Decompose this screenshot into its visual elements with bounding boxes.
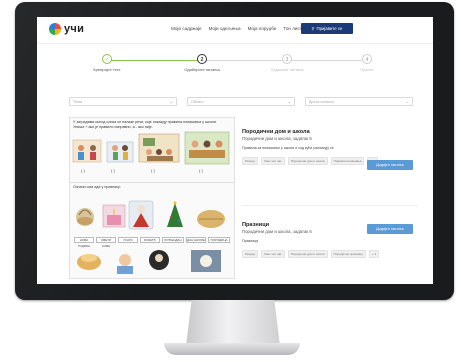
- question-preview-school-rules[interactable]: У заградама испод слика се налазе речи, …: [69, 117, 235, 189]
- tag: Породични дом и школа: [287, 249, 328, 258]
- tag: Свет око нас: [260, 156, 285, 165]
- chevron-down-icon: ⌄: [287, 99, 291, 104]
- area-select-placeholder: Област: [191, 100, 204, 104]
- logo-text: учи: [64, 23, 85, 35]
- signin-label: Пријавите се: [316, 26, 343, 31]
- add-question-button[interactable]: Додајте питање: [367, 160, 413, 170]
- main-nav: Моје садржаје Моји одељења Моја поруџбе …: [171, 26, 304, 31]
- divider: [242, 205, 418, 206]
- top-navigation-bar: учи Моје садржаје Моји одељења Моја пору…: [37, 17, 433, 44]
- question-text: Означи шта иде у празнику:: [73, 185, 121, 189]
- step-label: Прегле: [360, 67, 374, 72]
- step-check-icon: ✓: [102, 54, 112, 64]
- answer-chip[interactable]: СВЕТИ САВА: [96, 237, 116, 248]
- tag: Правила понашања: [330, 156, 365, 165]
- classroom-illustrations: ( ) ( ) ( ) ( ): [72, 131, 230, 173]
- question-type-select-placeholder: Врста питања: [309, 100, 334, 104]
- user-icon: ⚲: [311, 26, 315, 31]
- add-question-button[interactable]: Додајте питање: [367, 224, 413, 234]
- step-label: Одаберите питања: [184, 67, 220, 72]
- tag: Породични празници: [330, 249, 366, 258]
- tag: Свет око нас: [260, 249, 285, 258]
- signin-button[interactable]: ⚲ Пријавите се: [301, 23, 353, 34]
- answer-chip[interactable]: УСКРС: [118, 237, 138, 243]
- topic-select[interactable]: Тема ⌄: [69, 97, 177, 106]
- area-select[interactable]: Област ⌄: [187, 97, 295, 106]
- holiday-illustrations: [76, 200, 225, 230]
- question-preview-holidays[interactable]: Означи шта иде у празнику: НОВА ГОДИНА С…: [69, 182, 235, 279]
- svg-text:( ): ( ): [199, 168, 203, 173]
- tag-more[interactable]: + 4: [368, 249, 380, 258]
- holiday-illustrations-row2: [77, 250, 221, 274]
- monitor-stand-neck: [186, 300, 280, 346]
- chevron-down-icon: ⌄: [169, 99, 173, 104]
- filter-bar: Тема ⌄ Област ⌄ Врста питања ⌄: [69, 97, 413, 106]
- tag: Разред: [242, 249, 258, 258]
- logo-icon: [49, 23, 61, 35]
- answer-chip[interactable]: ПОРОДИЦА: [208, 237, 230, 243]
- topic-select-placeholder: Тема: [73, 100, 82, 104]
- nav-item-my-orders[interactable]: Моја поруџбе: [248, 26, 277, 31]
- step-number: 4: [362, 54, 372, 64]
- screen: учи Моје садржаје Моји одељења Моја пору…: [37, 17, 433, 284]
- svg-text:( ): ( ): [151, 168, 155, 173]
- step-label: Креирајте тест: [93, 67, 121, 72]
- step-label: Подесите питања: [270, 67, 304, 72]
- svg-text:( ): ( ): [111, 168, 115, 173]
- tag: Разред: [242, 156, 258, 165]
- step-number: 2: [197, 54, 207, 64]
- chevron-down-icon: ⌄: [405, 99, 409, 104]
- step-configure-questions[interactable]: 3 Подесите питања: [257, 54, 317, 72]
- tag: Породични дом и школа: [287, 156, 328, 165]
- logo[interactable]: учи: [49, 23, 84, 35]
- question-text: У заградама испод слика се налазе речи, …: [73, 120, 217, 129]
- svg-text:( ): ( ): [81, 168, 85, 173]
- task-subtitle: Породични дом и школа, задатак 5: [242, 136, 312, 141]
- step-choose-questions[interactable]: 2 Одаберите питања: [172, 54, 232, 72]
- task-tags: Разред Свет око нас Породични дом и школ…: [242, 249, 418, 258]
- answer-chip[interactable]: НОВА ГОДИНА: [74, 237, 94, 248]
- step-number: 3: [282, 54, 292, 64]
- question-type-select[interactable]: Врста питања ⌄: [305, 97, 413, 106]
- task-description: Празници: [242, 239, 259, 243]
- task-description: Правила за понашање у школи и код куће р…: [242, 146, 334, 150]
- step-create-test[interactable]: ✓ Креирајте тест: [77, 54, 137, 72]
- answer-chip[interactable]: ДАН ШКОЛЕ: [186, 237, 206, 243]
- answer-chip[interactable]: РОЂЕНДАН: [162, 237, 184, 243]
- nav-item-my-content[interactable]: Моје садржаје: [171, 26, 202, 31]
- step-review[interactable]: 4 Прегле: [337, 54, 397, 72]
- task-title: Породични дом и школа: [242, 129, 310, 135]
- nav-item-my-classes[interactable]: Моји одељења: [209, 26, 241, 31]
- answer-chip[interactable]: БОЖИЋ: [140, 237, 160, 243]
- wizard-steps: ✓ Креирајте тест 2 Одаберите питања 3 По…: [37, 45, 433, 85]
- monitor-stand-base: [164, 343, 300, 355]
